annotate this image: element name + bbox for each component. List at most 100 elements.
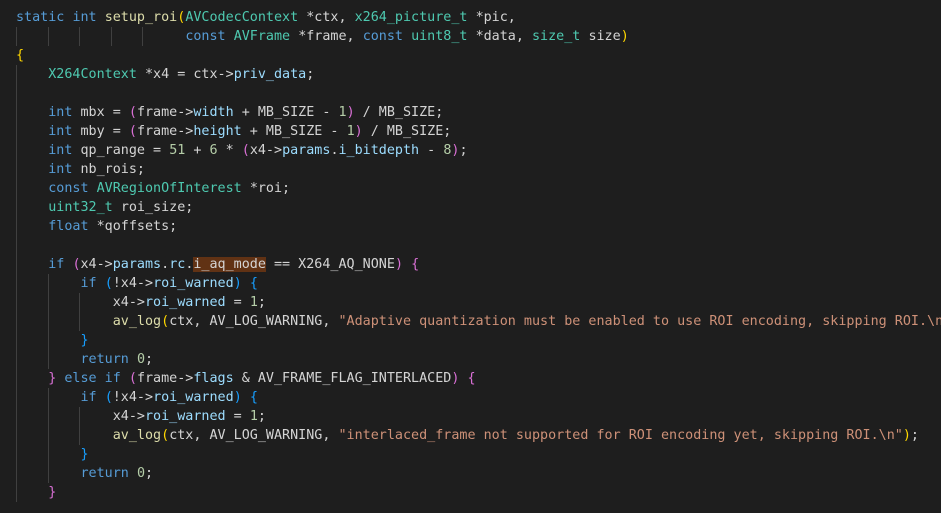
code-token: ; (257, 409, 266, 424)
code-token: ) (233, 390, 242, 405)
indent-guide (110, 27, 112, 46)
indent-guide (79, 407, 81, 426)
code-line[interactable]: uint32_t roi_size; (0, 198, 941, 217)
code-token: if (48, 257, 73, 272)
code-token: AVCodecContext (185, 10, 307, 25)
code-line[interactable]: } (0, 331, 941, 350)
code-line[interactable]: av_log(ctx, AV_LOG_WARNING, "interlaced_… (0, 426, 941, 445)
code-token: width (193, 105, 234, 120)
indent-guide (47, 464, 49, 483)
code-token: "Adaptive quantization must be enabled t… (338, 314, 941, 329)
code-line[interactable]: int mby = (frame->height + MB_SIZE - 1) … (0, 122, 941, 141)
code-token: ; (145, 352, 154, 367)
indent-guide (16, 426, 17, 445)
code-token: 51 (169, 143, 186, 158)
code-token: . (161, 257, 170, 272)
code-token: ( (128, 124, 137, 139)
code-line[interactable]: if (!x4->roi_warned) { (0, 388, 941, 407)
code-token: ; (145, 466, 154, 481)
code-editor[interactable]: static int setup_roi(AVCodecContext *ctx… (0, 0, 941, 513)
code-line[interactable]: X264Context *x4 = ctx->priv_data; (0, 65, 941, 84)
code-token: qp_range = (80, 143, 170, 158)
code-token: == X264_AQ_NONE (265, 257, 395, 272)
code-line[interactable] (0, 502, 941, 513)
code-token: if (80, 390, 105, 405)
indent-guide (16, 65, 17, 84)
code-line[interactable]: if (!x4->roi_warned) { (0, 274, 941, 293)
code-token: av_log (112, 314, 162, 329)
code-token: setup_roi (104, 10, 178, 25)
indent-guide (16, 331, 17, 350)
code-line[interactable]: const AVRegionOfInterest *roi; (0, 179, 941, 198)
code-line[interactable]: if (x4->params.rc.i_aq_mode == X264_AQ_N… (0, 255, 941, 274)
code-line[interactable]: x4->roi_warned = 1; (0, 407, 941, 426)
code-token: int (48, 124, 81, 139)
code-token: ; (257, 295, 266, 310)
code-line[interactable]: const AVFrame *frame, const uint8_t *dat… (0, 27, 941, 46)
code-line[interactable]: return 0; (0, 350, 941, 369)
indent-guide (47, 350, 49, 369)
code-token: params (282, 143, 331, 158)
indent-guide (79, 293, 81, 312)
code-token: } (80, 447, 89, 462)
indent-guide (16, 141, 17, 160)
code-line[interactable]: av_log(ctx, AV_LOG_WARNING, "Adaptive qu… (0, 312, 941, 331)
code-line[interactable]: float *qoffsets; (0, 217, 941, 236)
indent-guide (16, 255, 17, 274)
code-token: frame-> (136, 124, 194, 139)
code-line[interactable]: int mbx = (frame->width + MB_SIZE - 1) /… (0, 103, 941, 122)
code-token: ) (233, 276, 242, 291)
code-token: height (193, 124, 242, 139)
indent-guide (16, 27, 17, 46)
code-line[interactable]: return 0; (0, 464, 941, 483)
code-token: frame-> (136, 371, 194, 386)
code-token: ; (910, 428, 919, 443)
code-token: roi_warned (145, 295, 226, 310)
indent-guide (47, 445, 49, 464)
code-token: uint8_t (411, 29, 476, 44)
code-token: } (80, 333, 89, 348)
code-token: *pic, (475, 10, 516, 25)
code-token: int (48, 162, 81, 177)
code-token: !x4-> (112, 390, 154, 405)
code-token: ) (346, 105, 355, 120)
code-token: + MB_SIZE - (233, 105, 339, 120)
code-line[interactable]: x4->roi_warned = 1; (0, 293, 941, 312)
code-token: else if (64, 371, 129, 386)
indent-guide (16, 350, 17, 369)
code-token: ( (161, 428, 170, 443)
code-line[interactable]: { (0, 46, 941, 65)
indent-guide (79, 27, 81, 46)
code-token: frame-> (136, 105, 194, 120)
code-token: int (48, 105, 81, 120)
indent-guide (16, 483, 17, 502)
code-line[interactable]: } (0, 445, 941, 464)
code-line[interactable] (0, 84, 941, 103)
code-token: x4-> (16, 295, 145, 310)
code-token: { (249, 276, 258, 291)
code-token: params (112, 257, 162, 272)
code-token: . (330, 143, 339, 158)
code-token: AVFrame (233, 29, 299, 44)
code-line[interactable]: static int setup_roi(AVCodecContext *ctx… (0, 8, 941, 27)
code-line[interactable] (0, 236, 941, 255)
code-token: size (588, 29, 621, 44)
code-line[interactable]: } (0, 483, 941, 502)
code-line[interactable]: int nb_rois; (0, 160, 941, 179)
code-lines: static int setup_roi(AVCodecContext *ctx… (0, 8, 941, 513)
code-line[interactable]: int qp_range = 51 + 6 * (x4->params.i_bi… (0, 141, 941, 160)
code-token: i_bitdepth (338, 143, 420, 158)
code-token: nb_rois; (80, 162, 146, 177)
highlighted-token: i_aq_mode (193, 257, 266, 272)
code-token: ( (128, 371, 137, 386)
code-token: ; (459, 143, 468, 158)
code-line[interactable]: } else if (frame->flags & AV_FRAME_FLAG_… (0, 369, 941, 388)
code-token: 1 (346, 124, 355, 139)
code-token: ( (104, 390, 113, 405)
